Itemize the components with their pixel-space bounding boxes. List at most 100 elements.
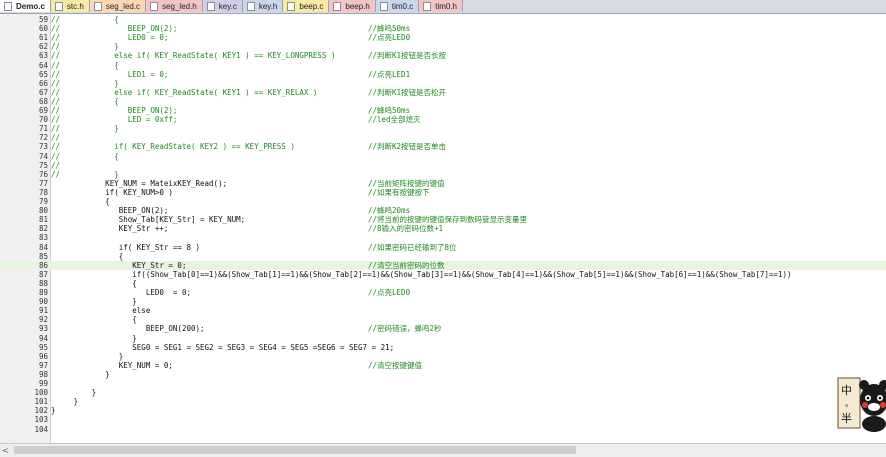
code-line[interactable]: 91 else [0,306,886,315]
scroll-left-arrow-icon[interactable]: < [2,446,9,455]
code-line[interactable]: 72// [0,133,886,142]
line-number: 103 [34,415,48,425]
code-line[interactable]: 104 [0,425,886,434]
code-line[interactable]: 86 KEY_Str = 0; //清空当前密码的位数 [0,260,886,270]
code-line[interactable]: 94 } [0,334,886,343]
file-icon [93,1,102,11]
line-number: 84 [38,242,48,252]
code-line[interactable]: 89 LED0 = 0; //点亮LED0 [0,288,886,297]
scrollbar-thumb[interactable] [14,446,576,454]
code-line[interactable]: 61// LED0 = 0; //点亮LED0 [0,33,886,42]
file-tab[interactable]: stc.h [50,0,90,12]
code-line[interactable]: 92 { [0,315,886,324]
code-text: SEG0 = SEG1 = SEG2 = SEG3 = SEG4 = SEG5 … [51,342,395,352]
code-line[interactable]: 68// { [0,97,886,106]
file-tab[interactable]: key.c [202,0,243,12]
code-line[interactable]: 74// { [0,152,886,161]
code-line[interactable]: 102} [0,406,886,415]
line-number: 90 [38,297,48,307]
code-line[interactable]: 78 if( KEY_NUM>0 ) //如果有按键按下 [0,188,886,197]
file-tab[interactable]: tim0.h [419,0,464,12]
file-tab-label: key.c [218,1,237,11]
file-tab[interactable]: beep.c [283,0,330,12]
code-line[interactable]: 81 Show_Tab[KEY_Str] = KEY_NUM; //将当前的按键的… [0,215,886,224]
code-line[interactable]: 64// { [0,61,886,70]
code-line[interactable]: 59// { [0,15,886,24]
sticker-char-bottom: 半 [841,411,852,425]
line-number: 68 [38,96,48,106]
code-line[interactable]: 87 if((Show_Tab[0]==1)&&(Show_Tab[1]==1)… [0,270,886,279]
code-comment: //清空按键键值 [368,360,423,370]
code-line[interactable]: 60// BEEP_ON(2); //蜂鸣50ms [0,24,886,33]
line-number: 91 [38,306,48,316]
file-tab-label: seg_led.h [162,1,197,11]
code-line[interactable]: 69// BEEP_ON(2); //蜂鸣50ms [0,106,886,115]
code-line[interactable]: 93 BEEP_ON(200); //密码错误，蜂鸣2秒 [0,324,886,333]
file-icon [206,1,215,11]
code-line[interactable]: 85 { [0,252,886,261]
code-line[interactable]: 80 BEEP_ON(2); //蜂鸣20ms [0,206,886,215]
file-tab[interactable]: tim0.c [375,0,420,12]
horizontal-scrollbar[interactable]: < [0,443,886,457]
line-number: 80 [38,206,48,216]
code-comment: //点亮LED0 [368,33,411,43]
file-icon [333,1,342,11]
code-line[interactable]: 97 KEY_NUM = 0; //清空按键键值 [0,361,886,370]
file-tab[interactable]: beep.h [329,0,376,12]
code-line[interactable]: 96 } [0,352,886,361]
code-line[interactable]: 90 } [0,297,886,306]
code-editor[interactable]: 59// {60// BEEP_ON(2);//蜂鸣50ms 61// LED0 … [0,14,886,443]
code-line[interactable]: 71// } [0,124,886,133]
code-comment: //密码错误，蜂鸣2秒 [368,324,442,334]
code-line[interactable]: 99 [0,379,886,388]
code-comment: //蜂鸣50ms [368,24,411,34]
file-tab[interactable]: Demo.c [0,0,51,12]
code-line[interactable]: 76// } [0,170,886,179]
line-number: 60 [38,24,48,34]
code-text: // } [51,42,119,52]
line-number: 101 [34,397,48,407]
code-line[interactable]: 84 if( KEY_Str == 8 ) //如果密码已经输到了8位 [0,243,886,252]
file-tab-label: Demo.c [16,1,45,11]
line-number: 63 [38,51,48,61]
file-tab-label: beep.c [299,1,324,11]
code-line[interactable]: 88 { [0,279,886,288]
code-text: if( KEY_NUM>0 ) [51,187,173,197]
file-tab[interactable]: seg_led.c [89,0,147,12]
code-line[interactable]: 77 KEY_NUM = MateixKEY_Read(); //当前矩阵按键的键… [0,179,886,188]
code-comment: //判断K1按钮是否松开 [368,87,447,97]
code-comment: //8输入的密码位数+1 [368,224,444,234]
code-line[interactable]: 73// if( KEY_ReadState( KEY2 ) == KEY_PR… [0,142,886,151]
code-comment: //蜂鸣20ms [368,206,411,216]
code-line[interactable]: 100 } [0,388,886,397]
code-line[interactable]: 95 SEG0 = SEG1 = SEG2 = SEG3 = SEG4 = SE… [0,343,886,352]
code-line[interactable]: 98 } [0,370,886,379]
code-line[interactable]: 103 [0,415,886,424]
line-number: 82 [38,224,48,234]
code-text: if((Show_Tab[0]==1)&&(Show_Tab[1]==1)&&(… [51,269,792,279]
line-number: 97 [38,360,48,370]
code-text: if( KEY_Str == 8 ) [51,242,201,252]
code-line[interactable]: 63// else if( KEY_ReadState( KEY1 ) == K… [0,51,886,60]
code-line[interactable]: 101 } [0,397,886,406]
code-comment: //点亮LED0 [368,288,411,297]
code-line[interactable]: 65// LED1 = 0; //点亮LED1 [0,70,886,79]
code-text: // else if( KEY_ReadState( KEY1 ) == KEY… [51,51,336,61]
code-text: { [51,197,110,206]
code-line[interactable]: 79 { [0,197,886,206]
code-text: // BEEP_ON(2); [51,106,178,115]
file-tab[interactable]: seg_led.h [146,0,203,12]
line-number: 93 [38,324,48,334]
line-number: 70 [38,115,48,125]
code-line[interactable]: 83 [0,233,886,242]
code-line[interactable]: 62// } [0,42,886,51]
code-text: { [51,251,124,261]
file-tab-label: seg_led.c [105,1,141,11]
code-line[interactable]: 67// else if( KEY_ReadState( KEY1 ) == K… [0,88,886,97]
code-line[interactable]: 75// [0,161,886,170]
code-line[interactable]: 82 KEY_Str ++; //8输入的密码位数+1 [0,224,886,233]
code-line[interactable]: 70// LED = 0xff; //led全部熄灭 [0,115,886,124]
file-tab[interactable]: key.h [242,0,284,12]
code-comment: //清空当前密码的位数 [368,260,445,270]
code-line[interactable]: 66// } [0,79,886,88]
